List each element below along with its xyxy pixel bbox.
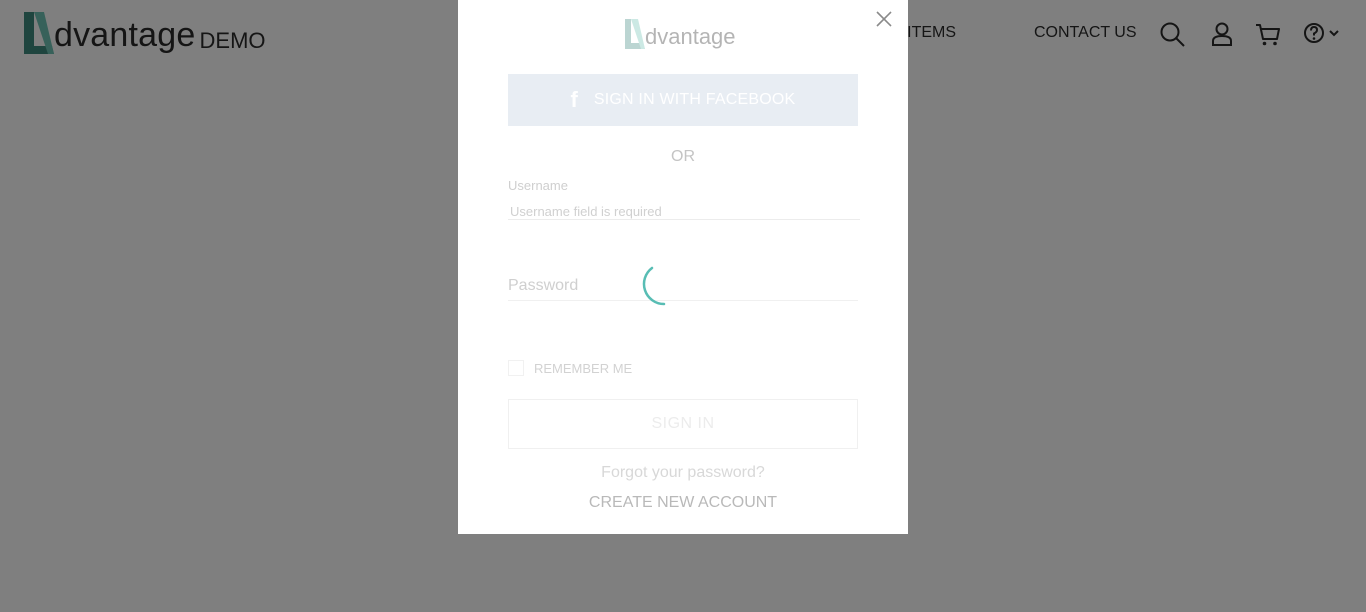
loading-spinner-icon: [642, 266, 666, 306]
remember-me-label: REMEMBER ME: [534, 360, 633, 376]
modal-logo: dvantage: [624, 18, 736, 50]
facebook-signin-button[interactable]: f SIGN IN WITH FACEBOOK: [508, 74, 858, 126]
brand-mark-icon: [625, 19, 645, 49]
or-separator: OR: [671, 148, 695, 165]
login-modal: dvantage f SIGN IN WITH FACEBOOK OR User…: [458, 0, 908, 534]
facebook-icon: f: [570, 87, 578, 112]
facebook-signin-label: SIGN IN WITH FACEBOOK: [593, 91, 796, 108]
sign-in-button[interactable]: SIGN IN: [508, 399, 858, 449]
sign-in-label: SIGN IN: [651, 415, 715, 432]
create-account-link[interactable]: CREATE NEW ACCOUNT: [458, 494, 908, 512]
username-label: Username: [508, 178, 568, 193]
forgot-password-link[interactable]: Forgot your password?: [458, 464, 908, 482]
username-input[interactable]: [508, 203, 860, 220]
page: dvantage DEMO ULAR ITEMS CONTACT US: [0, 0, 1366, 612]
modal-logo-word: dvantage: [645, 24, 736, 49]
remember-me-checkbox[interactable]: [508, 360, 524, 376]
remember-me-row[interactable]: REMEMBER ME: [508, 360, 632, 376]
close-icon[interactable]: [874, 9, 894, 29]
